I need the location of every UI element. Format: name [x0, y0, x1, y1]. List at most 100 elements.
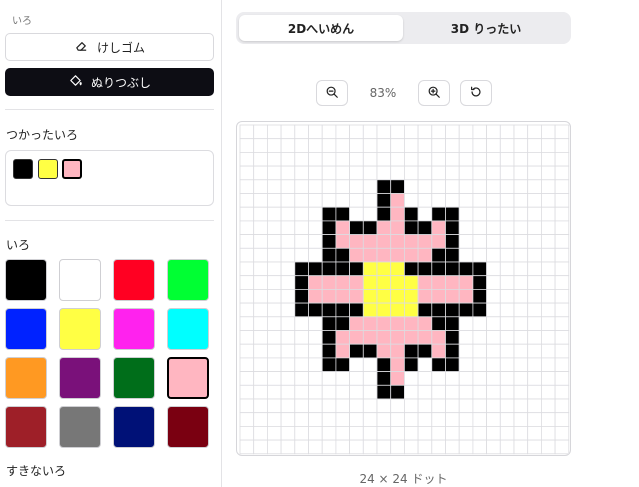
pixel-cell[interactable]	[554, 398, 570, 414]
pixel-cell[interactable]	[486, 384, 501, 400]
pixel-cell[interactable]	[239, 357, 255, 372]
pixel-cell[interactable]	[499, 371, 515, 386]
pixel-cell[interactable]	[280, 343, 296, 359]
pixel-cell[interactable]	[554, 138, 570, 153]
pixel-cell[interactable]	[294, 138, 309, 153]
pixel-cell[interactable]	[362, 412, 378, 427]
pixel-cell[interactable]	[239, 302, 255, 318]
pixel-cell[interactable]	[486, 247, 501, 263]
pixel-cell[interactable]	[335, 343, 351, 359]
pixel-cell[interactable]	[294, 151, 309, 167]
pixel-cell[interactable]	[321, 124, 337, 140]
pixel-cell[interactable]	[403, 343, 419, 359]
pixel-cell[interactable]	[431, 371, 446, 386]
pixel-cell[interactable]	[527, 220, 542, 236]
pixel-cell[interactable]	[499, 330, 515, 345]
pixel-cell[interactable]	[362, 247, 378, 263]
pixel-cell[interactable]	[417, 261, 433, 277]
pixel-cell[interactable]	[266, 398, 282, 414]
pixel-cell[interactable]	[540, 371, 556, 386]
pixel-cell[interactable]	[513, 124, 529, 140]
pixel-cell[interactable]	[376, 412, 392, 427]
color-swatch[interactable]	[167, 308, 209, 350]
pixel-cell[interactable]	[239, 316, 255, 331]
pixel-cell[interactable]	[266, 138, 282, 153]
pixel-cell[interactable]	[362, 220, 378, 236]
pixel-cell[interactable]	[431, 206, 446, 222]
pixel-cell[interactable]	[308, 302, 323, 318]
pixel-cell[interactable]	[403, 247, 419, 263]
pixel-cell[interactable]	[445, 151, 460, 167]
pixel-cell[interactable]	[239, 151, 255, 167]
pixel-cell[interactable]	[335, 288, 351, 304]
pixel-cell[interactable]	[486, 371, 501, 386]
pixel-cell[interactable]	[458, 288, 474, 304]
pixel-cell[interactable]	[308, 179, 323, 194]
pixel-cell[interactable]	[390, 371, 405, 386]
color-swatch[interactable]	[59, 357, 101, 399]
pixel-cell[interactable]	[362, 439, 378, 455]
pixel-cell[interactable]	[239, 412, 255, 427]
pixel-cell[interactable]	[280, 165, 296, 181]
pixel-cell[interactable]	[390, 261, 405, 277]
pixel-cell[interactable]	[554, 151, 570, 167]
pixel-cell[interactable]	[499, 138, 515, 153]
pixel-cell[interactable]	[362, 261, 378, 277]
pixel-cell[interactable]	[239, 220, 255, 236]
pixel-cell[interactable]	[472, 425, 487, 441]
pixel-cell[interactable]	[335, 439, 351, 455]
pixel-cell[interactable]	[540, 316, 556, 331]
color-swatch[interactable]	[113, 259, 155, 301]
pixel-cell[interactable]	[266, 302, 282, 318]
pixel-cell[interactable]	[349, 439, 364, 455]
pixel-cell[interactable]	[294, 193, 309, 208]
pixel-cell[interactable]	[472, 439, 487, 455]
pixel-cell[interactable]	[527, 412, 542, 427]
pixel-cell[interactable]	[417, 165, 433, 181]
pixel-cell[interactable]	[513, 193, 529, 208]
pixel-cell[interactable]	[239, 439, 255, 455]
pixel-cell[interactable]	[390, 288, 405, 304]
used-color-swatch[interactable]	[38, 159, 58, 179]
pixel-cell[interactable]	[513, 220, 529, 236]
pixel-cell[interactable]	[349, 288, 364, 304]
pixel-cell[interactable]	[417, 316, 433, 331]
pixel-cell[interactable]	[472, 261, 487, 277]
pixel-cell[interactable]	[499, 247, 515, 263]
pixel-cell[interactable]	[472, 193, 487, 208]
pixel-cell[interactable]	[458, 384, 474, 400]
pixel-cell[interactable]	[390, 343, 405, 359]
pixel-cell[interactable]	[280, 138, 296, 153]
pixel-cell[interactable]	[335, 151, 351, 167]
pixel-cell[interactable]	[554, 261, 570, 277]
pixel-cell[interactable]	[280, 398, 296, 414]
pixel-cell[interactable]	[294, 165, 309, 181]
pixel-cell[interactable]	[527, 234, 542, 249]
pixel-cell[interactable]	[540, 302, 556, 318]
pixel-cell[interactable]	[308, 138, 323, 153]
pixel-cell[interactable]	[431, 343, 446, 359]
pixel-cell[interactable]	[431, 384, 446, 400]
pixel-cell[interactable]	[294, 316, 309, 331]
pixel-cell[interactable]	[362, 165, 378, 181]
pixel-cell[interactable]	[499, 357, 515, 372]
pixel-cell[interactable]	[513, 288, 529, 304]
pixel-cell[interactable]	[390, 384, 405, 400]
pixel-cell[interactable]	[239, 288, 255, 304]
pixel-cell[interactable]	[445, 138, 460, 153]
pixel-cell[interactable]	[445, 247, 460, 263]
pixel-cell[interactable]	[513, 330, 529, 345]
pixel-cell[interactable]	[376, 371, 392, 386]
pixel-cell[interactable]	[513, 151, 529, 167]
pixel-cell[interactable]	[266, 275, 282, 290]
pixel-cell[interactable]	[308, 330, 323, 345]
pixel-cell[interactable]	[308, 357, 323, 372]
pixel-cell[interactable]	[253, 412, 268, 427]
pixel-cell[interactable]	[540, 193, 556, 208]
pixel-cell[interactable]	[266, 425, 282, 441]
pixel-cell[interactable]	[540, 412, 556, 427]
pixel-cell[interactable]	[499, 316, 515, 331]
pixel-cell[interactable]	[554, 193, 570, 208]
pixel-cell[interactable]	[431, 302, 446, 318]
pixel-cell[interactable]	[294, 206, 309, 222]
